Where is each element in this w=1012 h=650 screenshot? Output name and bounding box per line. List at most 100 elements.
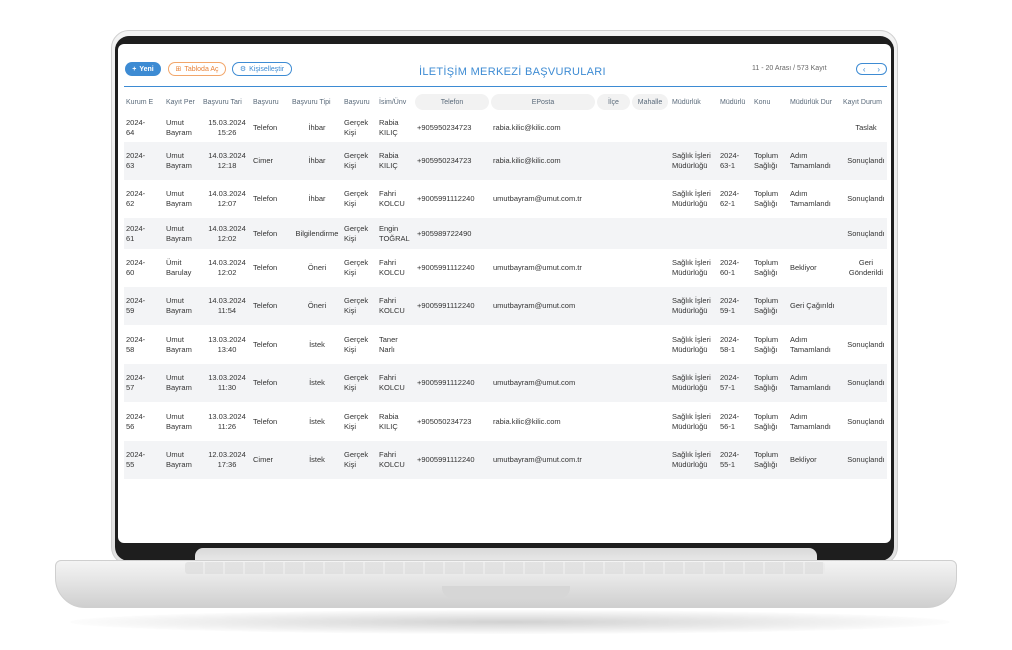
cell-text: 14.03.2024 12:18: [208, 151, 246, 170]
column-header-person-type[interactable]: Başvuru: [342, 94, 376, 110]
cell-name: Fahri KOLCU: [379, 180, 416, 218]
cell-subject: Toplum Sağlığı: [754, 249, 788, 287]
cell-phone: [417, 325, 491, 364]
customize-button[interactable]: ⚙ Kişiselleştir: [232, 62, 292, 76]
column-header-subject[interactable]: Konu: [752, 94, 786, 110]
new-button[interactable]: + Yeni: [125, 62, 161, 76]
column-header-application-channel[interactable]: Başvuru: [251, 94, 289, 110]
column-header-record-status[interactable]: Kayıt Durum: [841, 94, 887, 110]
column-header-email[interactable]: EPosta: [491, 94, 595, 110]
cell-name: Rabia KILIÇ: [379, 402, 416, 441]
cell-application-date: 13.03.2024 13:40: [203, 325, 251, 364]
table-row[interactable]: 2024-61 Umut Bayram 14.03.2024 12:02 Telefo…: [124, 218, 887, 249]
cell-text: Taslak: [855, 123, 877, 132]
cell-neighborhood: [634, 114, 670, 142]
open-in-table-button[interactable]: ⊞ Tabloda Aç: [168, 62, 226, 76]
cell-district: [599, 325, 632, 364]
cell-directorate-no: 2024-62-1: [720, 180, 752, 218]
column-header-phone[interactable]: Telefon: [415, 94, 489, 110]
cell-subject: Toplum Sağlığı: [754, 441, 788, 479]
column-header-institution-no[interactable]: Kurum E: [124, 94, 162, 110]
cell-text: Toplum Sağlığı: [754, 450, 779, 469]
cell-application-date: 14.03.2024 11:54: [203, 287, 251, 325]
column-header-application-type[interactable]: Başvuru Tipi: [290, 94, 340, 110]
cell-directorate-status: Adım Tamamlandı: [790, 142, 841, 180]
cell-phone: +905950234723: [417, 114, 491, 142]
cell-text: umutbayram@umut.com: [493, 301, 576, 310]
column-header-application-date[interactable]: Başvuru Tari: [201, 94, 249, 110]
table-row[interactable]: 2024-57 Umut Bayram 13.03.2024 11:30 Telefo…: [124, 364, 887, 402]
cell-text: umutbayram@umut.com.tr: [493, 263, 582, 272]
cell-text: Telefon: [253, 123, 278, 132]
column-header-district[interactable]: İlçe: [597, 94, 630, 110]
cell-name: Fahri KOLCU: [379, 287, 416, 325]
column-header-name[interactable]: İsim/Ünv: [377, 94, 414, 110]
cell-subject: Toplum Sağlığı: [754, 402, 788, 441]
table-row[interactable]: 2024-63 Umut Bayram 14.03.2024 12:18 Cimer İ…: [124, 142, 887, 180]
cell-record-status: Sonuçlandı: [843, 325, 889, 364]
cell-subject: Toplum Sağlığı: [754, 142, 788, 180]
column-header-directorate-no[interactable]: Müdürlü: [718, 94, 750, 110]
cell-record-status: Sonuçlandı: [843, 142, 889, 180]
cell-text: 14.03.2024 12:02: [208, 258, 246, 277]
cell-text: Taner Narlı: [379, 334, 398, 354]
cell-text: Toplum Sağlığı: [754, 373, 779, 392]
cell-text: Gerçek Kişi: [344, 411, 369, 431]
cell-directorate-status: Adım Tamamlandı: [790, 402, 841, 441]
column-header-neighborhood[interactable]: Mahalle: [632, 94, 668, 110]
cell-text: umutbayram@umut.com.tr: [493, 455, 582, 464]
table-row[interactable]: 2024-59 Umut Bayram 14.03.2024 11:54 Telefo…: [124, 287, 887, 325]
cell-phone: +9005991112240: [417, 249, 491, 287]
cell-registrar: Umut Bayram: [166, 218, 202, 249]
cell-directorate-status: Adım Tamamlandı: [790, 180, 841, 218]
cell-directorate: Sağlık İşleri Müdürlüğü: [672, 364, 718, 402]
chevron-left-icon[interactable]: ‹: [863, 65, 866, 74]
cell-subject: [754, 114, 788, 142]
cell-phone: +9005991112240: [417, 180, 491, 218]
cell-text: Sonuçlandı: [847, 378, 885, 387]
cell-neighborhood: [634, 180, 670, 218]
cell-institution-no: 2024-63: [126, 142, 164, 180]
cell-text: +905050234723: [417, 416, 472, 426]
table-row[interactable]: 2024-58 Umut Bayram 13.03.2024 13:40 Telefo…: [124, 325, 887, 364]
cell-text: Umut Bayram: [166, 151, 192, 170]
cell-phone: +9005991112240: [417, 441, 491, 479]
cell-text: 2024-63: [126, 151, 146, 170]
cell-text: 2024-57-1: [720, 373, 740, 392]
cell-text: 2024-60-1: [720, 258, 740, 277]
table-row[interactable]: 2024-62 Umut Bayram 14.03.2024 12:07 Telefo…: [124, 180, 887, 218]
cell-district: [599, 402, 632, 441]
cell-text: 2024-58: [126, 334, 146, 354]
column-header-registrar[interactable]: Kayıt Per: [164, 94, 200, 110]
column-header-directorate-status[interactable]: Müdürlük Dur: [788, 94, 839, 110]
cell-text: Telefon: [253, 228, 278, 238]
cell-application-channel: Telefon: [253, 218, 291, 249]
cell-person-type: Gerçek Kişi: [344, 142, 378, 180]
cell-text: Bekliyor: [790, 263, 817, 272]
table-row[interactable]: 2024-64 Umut Bayram 15.03.2024 15:26 Telefo…: [124, 114, 887, 142]
plus-icon: +: [132, 65, 137, 73]
cell-district: [599, 180, 632, 218]
cell-text: İhbar: [308, 156, 326, 165]
cell-institution-no: 2024-56: [126, 402, 164, 441]
column-header-directorate[interactable]: Müdürlük: [670, 94, 716, 110]
cell-text: Adım Tamamlandı: [790, 373, 831, 392]
cell-directorate-status: Geri Çağırıldı: [790, 287, 841, 325]
cell-institution-no: 2024-62: [126, 180, 164, 218]
cell-text: rabia.kilic@kilic.com: [493, 156, 561, 165]
cell-application-type: Öneri: [292, 287, 342, 325]
table-row[interactable]: 2024-55 Umut Bayram 12.03.2024 17:36 Cimer İ…: [124, 441, 887, 479]
table-row[interactable]: 2024-56 Umut Bayram 13.03.2024 11:26 Telefo…: [124, 402, 887, 441]
cell-text: Gerçek Kişi: [344, 373, 369, 392]
cell-name: Fahri KOLCU: [379, 249, 416, 287]
cell-text: Telefon: [253, 378, 278, 387]
table-row[interactable]: 2024-60 Ümit Barulay 14.03.2024 12:02 Telef…: [124, 249, 887, 287]
cell-text: Sonuçlandı: [847, 156, 885, 165]
chevron-right-icon[interactable]: ›: [877, 65, 880, 74]
cell-directorate-no: 2024-59-1: [720, 287, 752, 325]
cell-text: Sağlık İşleri Müdürlüğü: [672, 334, 711, 354]
cell-text: Sonuçlandı: [847, 339, 885, 349]
cell-text: 2024-62: [126, 189, 146, 208]
cell-text: +905950234723: [417, 156, 472, 165]
cell-person-type: Gerçek Kişi: [344, 287, 378, 325]
